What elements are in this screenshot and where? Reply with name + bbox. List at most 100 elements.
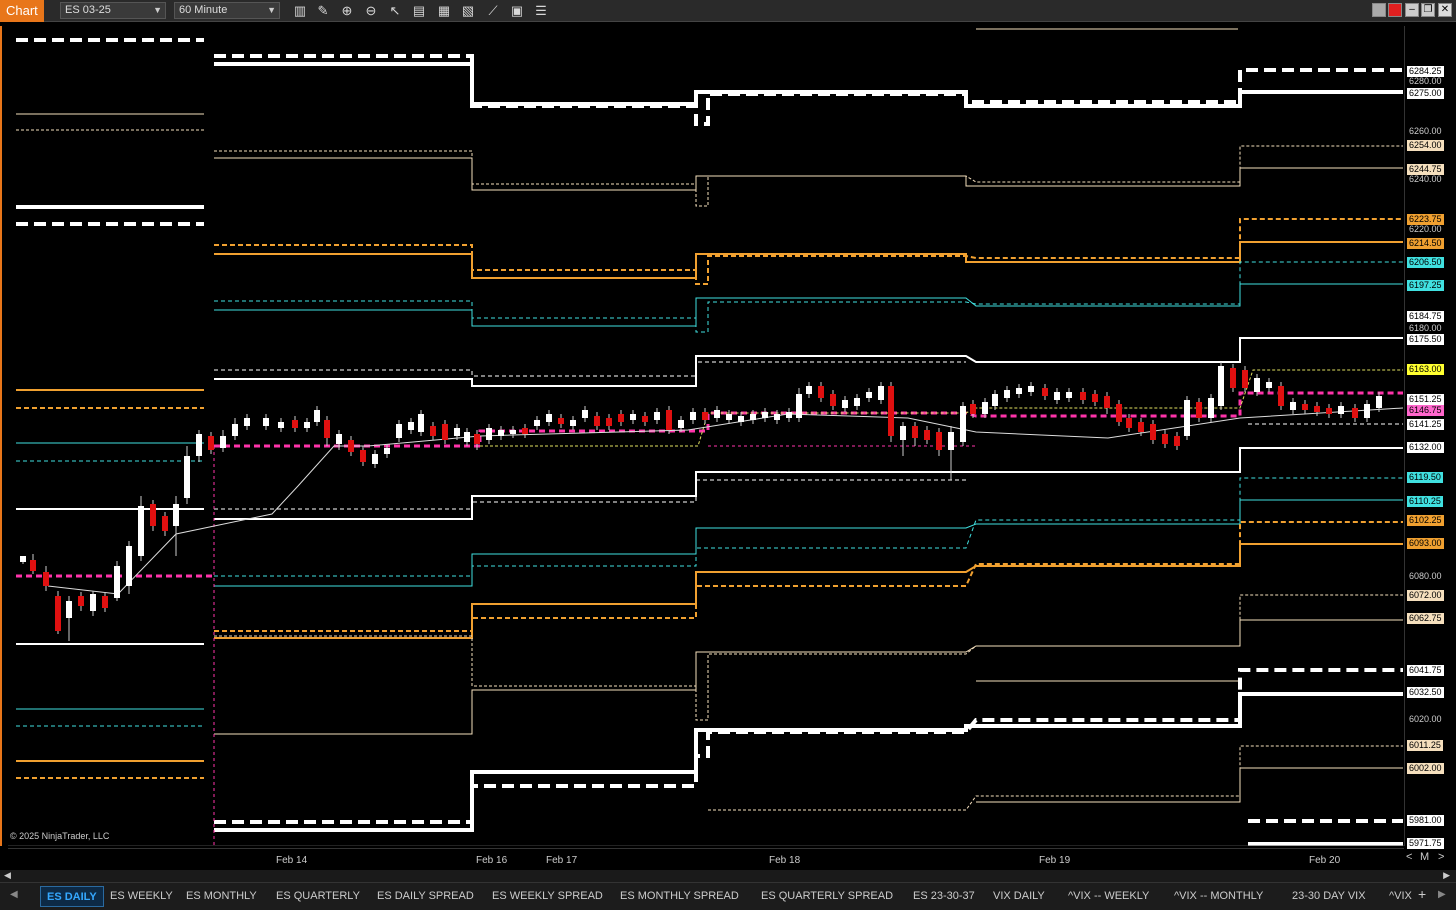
close-icon[interactable]: ✕: [1438, 3, 1452, 17]
tab-es-weekly-spread[interactable]: ES WEEKLY SPREAD: [486, 886, 609, 907]
candle-body: [774, 414, 780, 420]
candle-body: [162, 516, 168, 531]
candle-body: [1218, 366, 1224, 406]
candle-body: [360, 450, 366, 462]
candle-body: [912, 426, 918, 438]
interval-selector[interactable]: 60 Minute ▼: [174, 2, 280, 19]
draw-pencil-icon[interactable]: ✎: [315, 3, 331, 19]
time-label: Feb 16: [476, 855, 508, 866]
zoom-in-icon[interactable]: ⊕: [339, 3, 355, 19]
data-box-icon[interactable]: ▤: [411, 3, 427, 19]
candle-body: [970, 404, 976, 414]
tab-scroll-left-icon[interactable]: ◀: [10, 889, 18, 900]
menu-icon[interactable]: ☰: [533, 3, 549, 19]
add-tab-icon[interactable]: +: [1418, 886, 1426, 902]
indicators-icon[interactable]: ▧: [460, 3, 476, 19]
price-label: 6280.00: [1409, 76, 1442, 86]
interval-value: 60 Minute: [179, 4, 228, 16]
tab-23-30-day-vix[interactable]: 23-30 DAY VIX: [1286, 886, 1372, 907]
price-label: 6151.25: [1407, 394, 1444, 405]
price-label: 6240.00: [1409, 174, 1442, 184]
tab-es-daily[interactable]: ES DAILY: [40, 886, 104, 907]
horizontal-scrollbar[interactable]: ◀ ▶: [0, 870, 1456, 882]
minimize-icon[interactable]: –: [1405, 3, 1419, 17]
pointer-icon[interactable]: ↖: [387, 3, 403, 19]
tab-scroll-right-icon[interactable]: ▶: [1438, 889, 1446, 900]
candle-body: [1196, 402, 1202, 418]
price-label: 6184.75: [1407, 311, 1444, 322]
candle-body: [1302, 404, 1308, 410]
time-label: Feb 19: [1039, 855, 1071, 866]
candle-body: [924, 430, 930, 440]
time-axis[interactable]: Feb 14 Feb 16 Feb 17 Feb 18 Feb 19 Feb 2…: [8, 848, 1404, 868]
zoom-mode-button[interactable]: M: [1420, 851, 1429, 863]
candle-body: [1174, 436, 1180, 446]
tab-es-23-30-37[interactable]: ES 23-30-37: [907, 886, 981, 907]
restore-down-icon[interactable]: [1372, 3, 1386, 17]
tab-es-quarterly[interactable]: ES QUARTERLY: [270, 886, 366, 907]
tab-es-quarterly-spread[interactable]: ES QUARTERLY SPREAD: [755, 886, 899, 907]
candle-body: [454, 428, 460, 436]
candle-body: [1028, 386, 1034, 392]
tab-vix-monthly[interactable]: ^VIX -- MONTHLY: [1168, 886, 1269, 907]
bar-type-icon[interactable]: ▥: [292, 3, 308, 19]
level-line: [708, 745, 1403, 811]
time-label: Feb 17: [546, 855, 578, 866]
price-label: 6163.00: [1407, 364, 1444, 375]
candle-body: [594, 416, 600, 426]
level-line: [214, 499, 1403, 587]
zoom-out-icon[interactable]: ⊖: [363, 3, 379, 19]
tab-vix[interactable]: ^VIX: [1383, 886, 1418, 907]
tab-es-weekly[interactable]: ES WEEKLY: [104, 886, 179, 907]
level-line: [214, 543, 1403, 639]
price-label: 6080.00: [1409, 571, 1442, 581]
candle-body: [1126, 418, 1132, 428]
candle-body: [1208, 398, 1214, 418]
scroll-right-icon[interactable]: ▶: [1443, 870, 1450, 881]
scroll-left-icon[interactable]: ◀: [4, 870, 11, 881]
candle-body: [522, 428, 528, 434]
tab-vix-daily[interactable]: VIX DAILY: [987, 886, 1051, 907]
candle-body: [208, 436, 214, 450]
strategies-icon[interactable]: ⟋: [485, 3, 501, 19]
chevron-down-icon: ▼: [267, 5, 276, 15]
tab-es-monthly-spread[interactable]: ES MONTHLY SPREAD: [614, 886, 745, 907]
level-line: [214, 477, 1403, 577]
candle-body: [982, 402, 988, 414]
candle-body: [372, 454, 378, 464]
candle-body: [138, 506, 144, 556]
candle-body: [678, 420, 684, 428]
candle-body: [304, 422, 310, 428]
close-red-icon[interactable]: [1388, 3, 1402, 17]
candle-body: [1042, 388, 1048, 396]
maximize-icon[interactable]: ❐: [1421, 3, 1435, 17]
candle-body: [384, 448, 390, 454]
zoom-out-button[interactable]: <: [1406, 851, 1412, 863]
tab-es-monthly[interactable]: ES MONTHLY: [180, 886, 263, 907]
level-line: [976, 767, 1403, 803]
zoom-in-button[interactable]: >: [1438, 851, 1444, 863]
chart-title: Chart: [0, 0, 44, 22]
candle-body: [232, 424, 238, 436]
chart-trader-icon[interactable]: ▣: [509, 3, 525, 19]
price-label: 6220.00: [1409, 224, 1442, 234]
candle-body: [196, 434, 202, 456]
price-label: 6102.25: [1407, 515, 1444, 526]
tab-vix-weekly[interactable]: ^VIX -- WEEKLY: [1062, 886, 1155, 907]
candle-body: [854, 398, 860, 406]
properties-icon[interactable]: ▦: [436, 3, 452, 19]
candle-body: [150, 504, 156, 526]
candle-body: [486, 428, 492, 440]
tab-es-daily-spread[interactable]: ES DAILY SPREAD: [371, 886, 480, 907]
candle-body: [1230, 368, 1236, 388]
candle-body: [1004, 390, 1010, 398]
price-label: 5981.00: [1407, 815, 1444, 826]
time-label: Feb 20: [1309, 855, 1341, 866]
price-chart-plot[interactable]: [8, 26, 1404, 846]
candle-body: [842, 400, 848, 408]
candle-body: [20, 556, 26, 562]
instrument-selector[interactable]: ES 03-25 ▼: [60, 2, 166, 19]
price-axis[interactable]: 6284.25 6280.00 6275.00 6260.00 6254.00 6244.…: [1404, 26, 1456, 849]
candle-body: [1376, 396, 1382, 408]
chevron-down-icon: ▼: [153, 5, 162, 15]
